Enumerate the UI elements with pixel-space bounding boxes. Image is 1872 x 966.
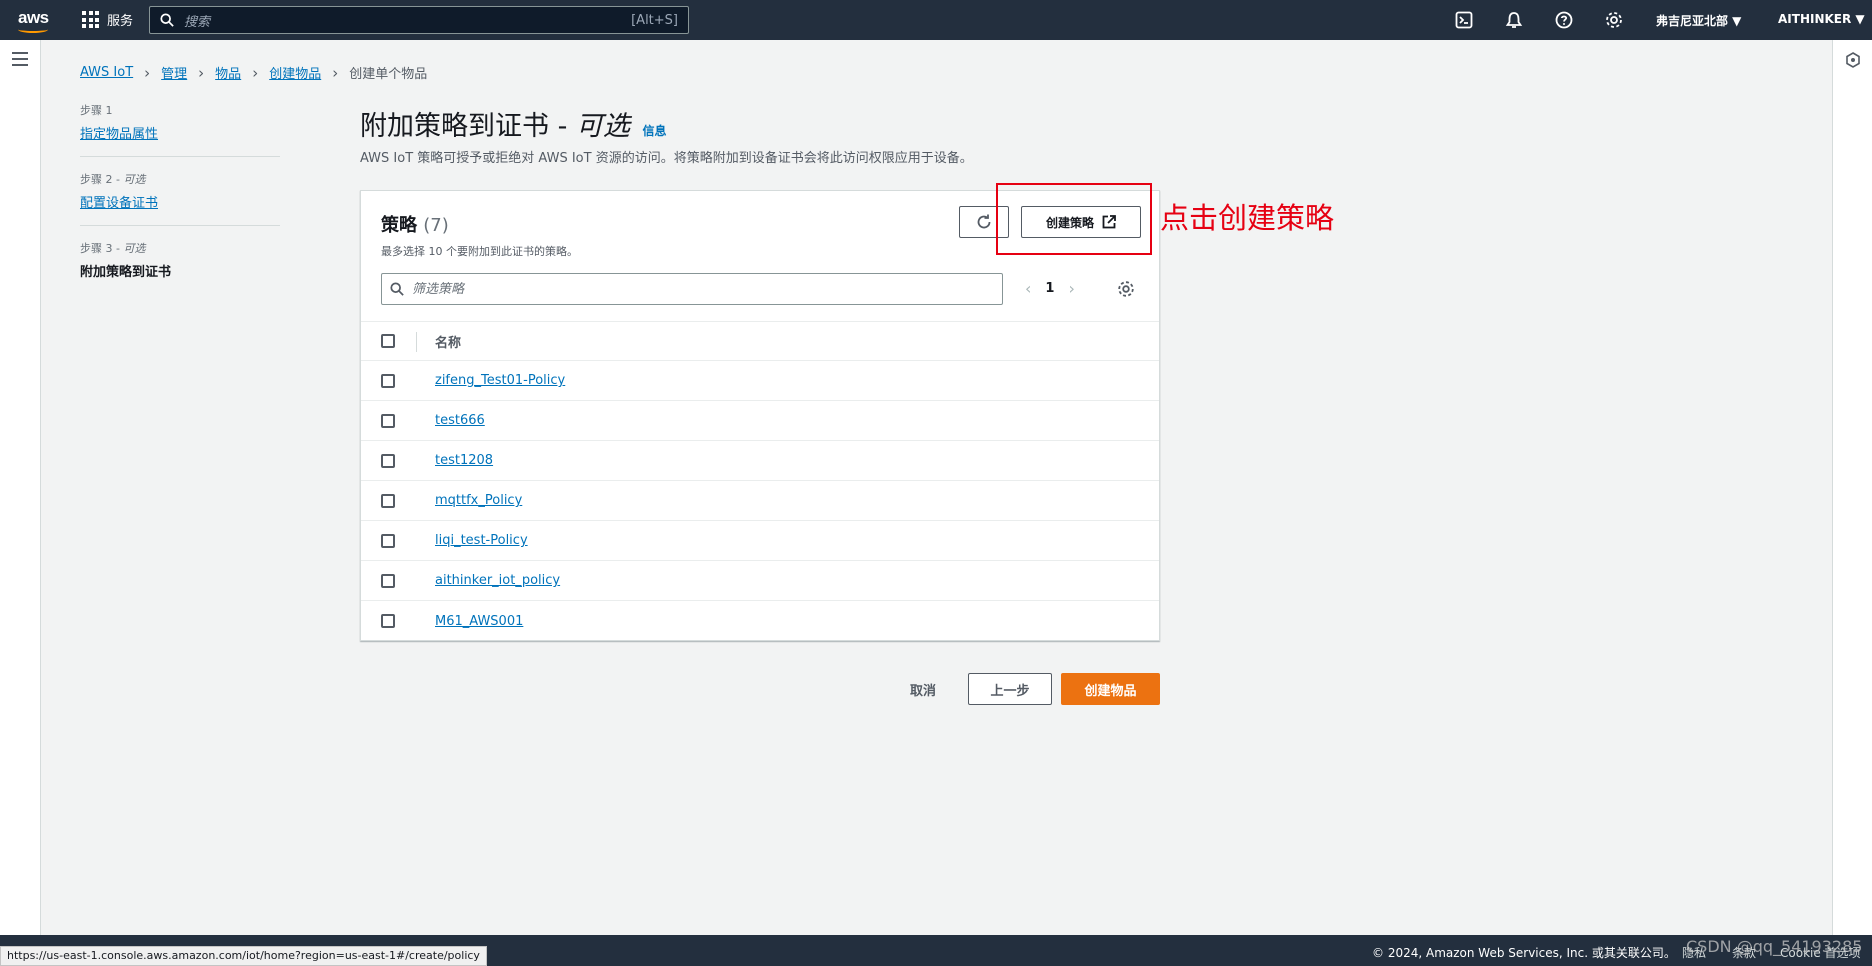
policies-count: (7) [423, 215, 449, 236]
chevron-right-icon: › [198, 63, 205, 82]
step-current-attach-policies: 附加策略到证书 [80, 265, 172, 280]
tools-panel-toggle-icon[interactable] [1845, 52, 1861, 68]
global-search-input[interactable]: 搜索 [Alt+S] [149, 6, 689, 34]
wizard-step-2: 步骤 2 - 可选 配置设备证书 [80, 171, 280, 226]
chevron-right-icon: › [144, 63, 151, 82]
wizard-step-1: 步骤 1 指定物品属性 [80, 102, 280, 157]
table-row: liqi_test-Policy [361, 521, 1159, 561]
wizard-step-3: 步骤 3 - 可选 附加策略到证书 [80, 240, 280, 294]
row-checkbox[interactable] [381, 373, 395, 388]
cancel-button[interactable]: 取消 [896, 674, 950, 705]
breadcrumb-things[interactable]: 物品 [215, 63, 241, 82]
page-description: AWS IoT 策略可授予或拒绝对 AWS IoT 资源的访问。将策略附加到设备… [360, 151, 973, 166]
annotation-text: 点击创建策略 [1160, 201, 1335, 235]
watermark: CSDN @qq_54193285 [1686, 937, 1863, 956]
step-link-configure-device-certificate[interactable]: 配置设备证书 [80, 196, 158, 211]
row-checkbox[interactable] [381, 493, 395, 508]
search-icon [160, 13, 174, 27]
table-row: aithinker_iot_policy [361, 561, 1159, 601]
hamburger-menu-icon[interactable] [12, 52, 28, 66]
breadcrumb-manage[interactable]: 管理 [161, 63, 187, 82]
policy-link[interactable]: test666 [435, 413, 485, 428]
select-all-checkbox[interactable] [381, 334, 395, 348]
policies-heading: 策略 (7) [381, 215, 449, 236]
chevron-right-icon: › [332, 63, 339, 82]
chevron-right-icon[interactable]: › [1068, 279, 1074, 298]
top-navigation: aws 服务 搜索 [Alt+S] 弗吉尼亚北部 ▼ AITHINKER ▼ [0, 0, 1872, 40]
copyright-text: © 2024, Amazon Web Services, Inc. 或其关联公司… [1372, 946, 1676, 960]
table-row: M61_AWS001 [361, 601, 1159, 641]
settings-gear-icon[interactable] [1604, 10, 1624, 30]
policy-link[interactable]: liqi_test-Policy [435, 533, 528, 548]
wizard-steps: 步骤 1 指定物品属性 步骤 2 - 可选 配置设备证书 步骤 3 - 可选 附… [80, 102, 280, 308]
table-row: zifeng_Test01-Policy [361, 361, 1159, 401]
breadcrumb-current: 创建单个物品 [349, 67, 428, 82]
pagination: ‹ 1 › [1025, 279, 1075, 298]
policy-link[interactable]: mqttfx_Policy [435, 493, 522, 508]
page-title: 附加策略到证书 - 可选 信息 [360, 111, 667, 142]
policy-link[interactable]: zifeng_Test01-Policy [435, 373, 565, 388]
table-row: test1208 [361, 441, 1159, 481]
breadcrumb-aws-iot[interactable]: AWS IoT [80, 65, 133, 80]
row-checkbox[interactable] [381, 573, 395, 588]
table-row: test666 [361, 401, 1159, 441]
browser-status-url: https://us-east-1.console.aws.amazon.com… [0, 946, 487, 966]
table-row: mqttfx_Policy [361, 481, 1159, 521]
column-header-name[interactable]: 名称 [435, 332, 461, 351]
services-label: 服务 [107, 14, 134, 29]
right-divider [1832, 40, 1833, 935]
grid-icon [82, 11, 99, 28]
table-header: 名称 [361, 321, 1159, 361]
row-checkbox[interactable] [381, 533, 395, 548]
policies-container: 策略 (7) 最多选择 10 个要附加到此证书的策略。 创建策略 ‹ 1 › 名… [360, 190, 1160, 641]
create-thing-button[interactable]: 创建物品 [1061, 673, 1160, 705]
filter-policies-input[interactable] [412, 281, 972, 297]
row-checkbox[interactable] [381, 413, 395, 428]
services-menu-button[interactable]: 服务 [82, 10, 133, 29]
column-divider [416, 332, 417, 352]
search-icon [390, 282, 404, 296]
step-link-specify-thing-properties[interactable]: 指定物品属性 [80, 127, 158, 142]
row-checkbox[interactable] [381, 453, 395, 468]
annotation-highlight-box [996, 183, 1152, 255]
policy-link[interactable]: M61_AWS001 [435, 614, 523, 629]
step-label: 步骤 3 - 可选 [80, 242, 146, 255]
filter-policies-field[interactable] [381, 273, 1003, 305]
info-link[interactable]: 信息 [643, 124, 667, 138]
left-divider [40, 40, 41, 935]
region-selector[interactable]: 弗吉尼亚北部 ▼ [1656, 12, 1741, 29]
help-icon[interactable] [1554, 10, 1574, 30]
tools-panel [1833, 40, 1872, 935]
search-shortcut: [Alt+S] [631, 12, 678, 28]
row-checkbox[interactable] [381, 614, 395, 628]
step-label: 步骤 1 [80, 104, 113, 117]
breadcrumb: AWS IoT › 管理 › 物品 › 创建物品 › 创建单个物品 [80, 63, 428, 83]
chevron-right-icon: › [252, 63, 259, 82]
cloudshell-icon[interactable] [1454, 10, 1474, 30]
refresh-icon [977, 214, 991, 229]
aws-logo[interactable]: aws [16, 6, 52, 34]
previous-button[interactable]: 上一步 [968, 673, 1052, 705]
account-menu[interactable]: AITHINKER ▼ [1778, 12, 1865, 26]
policies-subtitle: 最多选择 10 个要附加到此证书的策略。 [381, 245, 578, 258]
policy-link[interactable]: test1208 [435, 453, 493, 468]
chevron-left-icon[interactable]: ‹ [1025, 279, 1031, 298]
policy-link[interactable]: aithinker_iot_policy [435, 573, 560, 588]
current-page-number[interactable]: 1 [1045, 281, 1054, 296]
search-placeholder: 搜索 [184, 14, 211, 30]
step-label: 步骤 2 - 可选 [80, 173, 146, 186]
side-navigation-panel [0, 40, 40, 935]
table-preferences-gear-icon[interactable] [1117, 280, 1135, 298]
notifications-bell-icon[interactable] [1504, 10, 1524, 30]
breadcrumb-create-things[interactable]: 创建物品 [269, 63, 321, 82]
